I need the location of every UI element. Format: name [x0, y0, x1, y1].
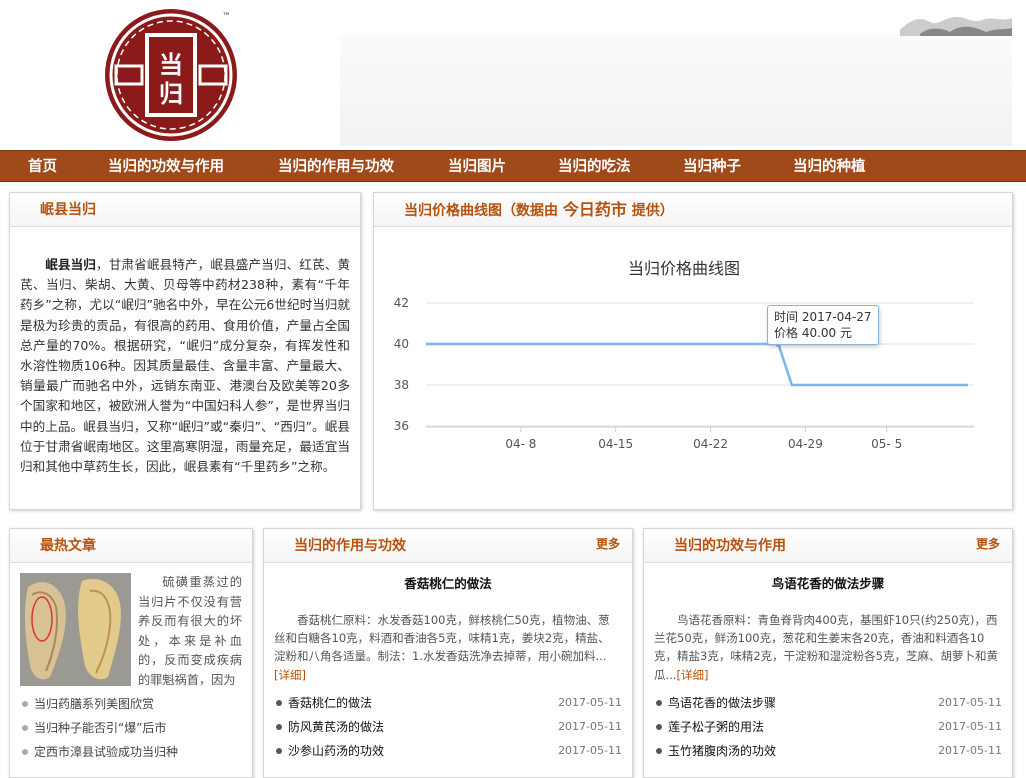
price-line-chart: 当归价格曲线图 36 38 40 42 04- 8 04-15 04-22 04-29 05- 5 — [394, 259, 974, 451]
tooltip-date: 时间 2017-04-27 — [774, 310, 872, 324]
function-more-link[interactable]: 更多 — [976, 529, 1000, 559]
price-title-prefix: 当归价格曲线图（数据由 — [404, 203, 558, 219]
effects-article-text: 香菇桃仁原料：水发香菇100克，鲜核桃仁50克，植物油、葱丝和白糖各10克，料酒… — [274, 613, 610, 664]
price-panel-header: 当归价格曲线图（数据由 今日药市 提供） — [374, 193, 1012, 227]
function-article-title[interactable]: 鸟语花香的做法步骤 — [644, 573, 1012, 592]
nav-functions-and-effects[interactable]: 当归的作用与功效 — [278, 151, 394, 183]
chart-tooltip: 时间 2017-04-27 价格 40.00 元 — [767, 305, 879, 345]
effects-more-link[interactable]: 更多 — [596, 529, 620, 559]
intro-body: ，甘肃省岷县特产，岷县盛产当归、红芪、黄芪、当归、柴胡、大黄、贝母等中药材238… — [20, 257, 351, 475]
price-title-suffix: 提供） — [631, 203, 674, 219]
list-item-date: 2017-05-11 — [558, 696, 622, 709]
ink-landscape-icon — [900, 16, 1012, 36]
list-item[interactable]: 定西市漳县试验成功当归种 — [20, 740, 242, 764]
effects-panel-title: 当归的作用与功效 — [294, 538, 406, 554]
effects-article-list: 香菇桃仁的做法 2017-05-11 防风黄芪汤的做法 2017-05-11 沙参山… — [274, 691, 622, 763]
list-item-date: 2017-05-11 — [558, 744, 622, 757]
list-item-date: 2017-05-11 — [938, 720, 1002, 733]
tooltip-price: 价格 40.00 元 — [774, 326, 852, 340]
intro-panel: 岷县当归 岷县当归，甘肃省岷县特产，岷县盛产当归、红芪、黄芪、当归、柴胡、大黄、… — [9, 192, 361, 510]
price-data-source-link[interactable]: 今日药市 — [563, 200, 627, 219]
hot-panel-header: 最热文章 — [10, 529, 252, 563]
list-item[interactable]: 莲子松子粥的用法 2017-05-11 — [654, 715, 1002, 739]
danggui-logo-icon[interactable]: 当 归 — [102, 6, 240, 144]
x-tick-label: 05- 5 — [871, 437, 902, 451]
hot-article-list: 当归药膳系列美图欣赏 当归种子能否引“爆”后市 定西市漳县试验成功当归种 — [20, 692, 242, 764]
list-item-label[interactable]: 沙参山药汤的功效 — [288, 744, 384, 758]
y-tick-label: 40 — [394, 337, 409, 351]
nav-pictures[interactable]: 当归图片 — [448, 151, 506, 183]
x-tick-label: 04-29 — [788, 437, 823, 451]
y-tick-label: 42 — [394, 296, 409, 310]
hot-panel-title: 最热文章 — [40, 538, 96, 554]
intro-panel-header: 岷县当归 — [10, 193, 360, 227]
effects-panel-header: 当归的作用与功效 更多 — [264, 529, 632, 563]
x-tick-label: 04-15 — [598, 437, 633, 451]
logo-glyph-1: 当 — [159, 50, 183, 79]
danggui-slices-image[interactable] — [20, 573, 131, 686]
main-nav: 首页 当归的功效与作用 当归的作用与功效 当归图片 当归的吃法 当归种子 当归的… — [0, 150, 1026, 182]
list-item-date: 2017-05-11 — [558, 720, 622, 733]
list-item-label[interactable]: 玉竹猪腹肉汤的功效 — [668, 744, 776, 758]
x-tick-label: 04- 8 — [505, 437, 536, 451]
nav-effects-and-functions[interactable]: 当归的功效与作用 — [108, 151, 224, 183]
effects-panel: 当归的作用与功效 更多 香菇桃仁的做法 香菇桃仁原料：水发香菇100克，鲜核桃仁… — [263, 528, 633, 778]
list-item[interactable]: 香菇桃仁的做法 2017-05-11 — [274, 691, 622, 715]
function-article-list: 鸟语花香的做法步骤 2017-05-11 莲子松子粥的用法 2017-05-11 玉… — [654, 691, 1002, 763]
list-item-date: 2017-05-11 — [938, 696, 1002, 709]
list-item-label[interactable]: 香菇桃仁的做法 — [288, 696, 372, 710]
nav-how-to-eat[interactable]: 当归的吃法 — [558, 151, 631, 183]
effects-article-title[interactable]: 香菇桃仁的做法 — [264, 573, 632, 592]
nav-planting[interactable]: 当归的种植 — [793, 151, 866, 183]
list-item-date: 2017-05-11 — [938, 744, 1002, 757]
effects-article-body: 香菇桃仁原料：水发香菇100克，鲜核桃仁50克，植物油、葱丝和白糖各10克，料酒… — [274, 611, 620, 684]
price-panel-title: 当归价格曲线图（数据由 今日药市 提供） — [404, 193, 674, 228]
x-tick-label: 04-22 — [693, 437, 728, 451]
function-panel: 当归的功效与作用 更多 鸟语花香的做法步骤 鸟语花香原料：青鱼脊背肉400克，基… — [643, 528, 1013, 778]
function-article-body: 鸟语花香原料：青鱼脊背肉400克，基围虾10只(约250克)，西兰花50克，鲜汤… — [654, 611, 1000, 684]
function-panel-header: 当归的功效与作用 更多 — [644, 529, 1012, 563]
site-header: 当 归 ™ — [0, 0, 1026, 150]
price-series-line — [426, 342, 968, 387]
list-item[interactable]: 玉竹猪腹肉汤的功效 2017-05-11 — [654, 739, 1002, 763]
list-item[interactable]: 防风黄芪汤的做法 2017-05-11 — [274, 715, 622, 739]
list-item[interactable]: 当归药膳系列美图欣赏 — [20, 692, 242, 716]
list-item[interactable]: 当归种子能否引“爆”后市 — [20, 716, 242, 740]
hot-article-excerpt: 硫磺重蒸过的当归片不仅没有营养反而有很大的坏处，本来是补血的，反而变成疾病的罪魁… — [138, 575, 242, 687]
function-detail-link[interactable]: [详细] — [676, 668, 708, 682]
effects-detail-link[interactable]: [详细] — [274, 668, 306, 682]
y-tick-label: 38 — [394, 378, 409, 392]
trademark-mark: ™ — [222, 12, 231, 22]
logo-glyph-2: 归 — [159, 79, 183, 108]
intro-panel-title: 岷县当归 — [40, 202, 96, 218]
intro-text: 岷县当归，甘肃省岷县特产，岷县盛产当归、红芪、黄芪、当归、柴胡、大黄、贝母等中药… — [20, 255, 350, 477]
list-item[interactable]: 沙参山药汤的功效 2017-05-11 — [274, 739, 622, 763]
function-panel-title: 当归的功效与作用 — [674, 538, 786, 554]
price-chart-panel: 当归价格曲线图（数据由 今日药市 提供） 当归价格曲线图 36 38 40 42 04- … — [373, 192, 1013, 510]
nav-home[interactable]: 首页 — [28, 151, 57, 183]
chart-title: 当归价格曲线图 — [628, 259, 740, 278]
y-tick-label: 36 — [394, 419, 409, 433]
intro-lead: 岷县当归 — [45, 257, 97, 272]
hot-articles-panel: 最热文章 硫磺重蒸过的当归片不仅没有营养反而有很大的坏处，本来是补血的，反而变成… — [9, 528, 253, 778]
list-item-label[interactable]: 防风黄芪汤的做法 — [288, 720, 384, 734]
list-item[interactable]: 鸟语花香的做法步骤 2017-05-11 — [654, 691, 1002, 715]
list-item-label[interactable]: 莲子松子粥的用法 — [668, 720, 764, 734]
header-banner — [340, 34, 1012, 146]
nav-seeds[interactable]: 当归种子 — [683, 151, 741, 183]
list-item-label[interactable]: 鸟语花香的做法步骤 — [668, 696, 776, 710]
